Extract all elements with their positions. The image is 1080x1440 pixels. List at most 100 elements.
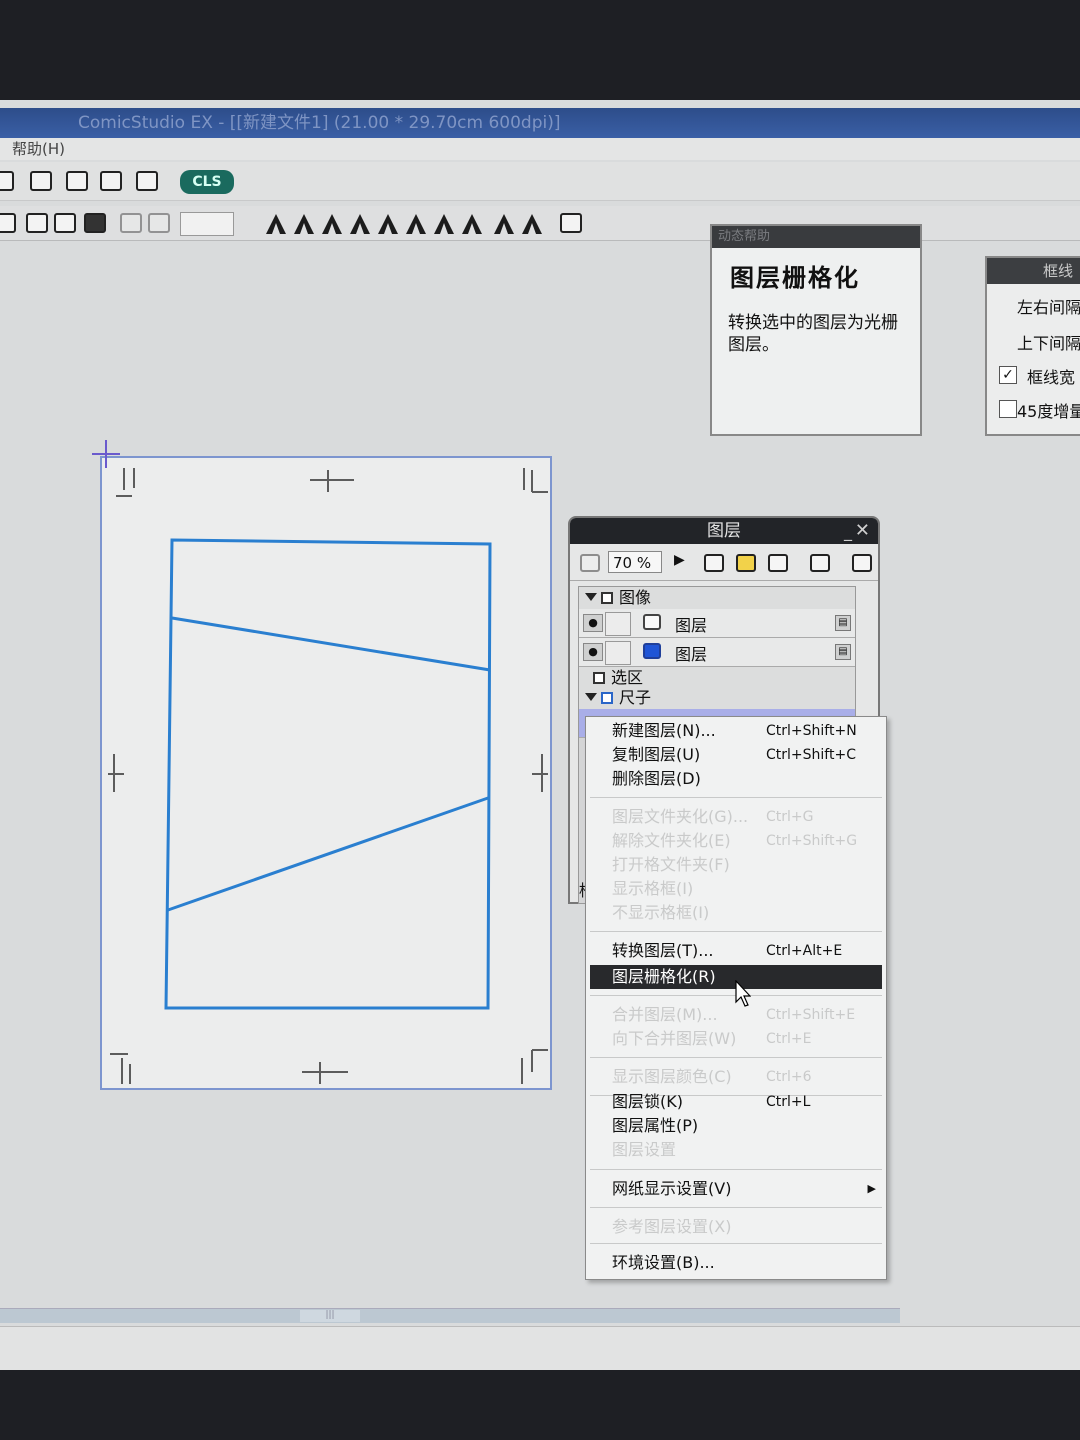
mouse-cursor-icon (735, 980, 751, 1007)
submenu-arrow-icon: ▶ (867, 1182, 876, 1195)
pen-icon[interactable] (26, 213, 48, 233)
group-selection-label: 选区 (611, 668, 644, 687)
menu-convert-layer[interactable]: 转换图层(T)... Ctrl+Alt+E (586, 939, 886, 963)
feather-tool-icon[interactable] (378, 214, 398, 234)
layer-expand-icon[interactable]: ▤ (835, 644, 851, 660)
scrollbar-thumb[interactable]: ||| (300, 1310, 360, 1322)
eraser-tool-icon[interactable] (406, 214, 426, 234)
ruler-folder-icon (601, 692, 613, 704)
menu-show-layer-color: 显示图层颜色(C) Ctrl+6 (612, 1067, 812, 1086)
menu-layer-settings: 图层设置 (612, 1140, 677, 1159)
comicstudio-logo-button[interactable]: CLS (180, 170, 234, 194)
menu-layer-lock[interactable]: 图层锁(K) Ctrl+L (586, 1090, 886, 1114)
play-icon[interactable]: ▶ (674, 552, 685, 568)
vector-layer-icon (643, 614, 661, 630)
collapse-triangle-icon[interactable] (585, 593, 597, 601)
lock-toggle[interactable] (605, 641, 631, 665)
window-title-bar: ComicStudio EX - [[新建文件1] (21.00 * 29.70… (0, 108, 1080, 138)
menu-environment-settings[interactable]: 环境设置(B)... (586, 1251, 886, 1275)
frame-width-checkbox[interactable]: ✓ (999, 366, 1017, 384)
layers-panel-title: 图层 _ ✕ (570, 518, 878, 544)
window-icon[interactable] (66, 171, 88, 191)
dynamic-help-panel: 动态帮助 图层栅格化 转换选中的图层为光栅图层。 (710, 224, 922, 436)
dynamic-help-title: 动态帮助 (712, 226, 920, 248)
horizontal-scrollbar[interactable]: ||| (0, 1308, 900, 1323)
menu-bar: 帮助(H) (0, 138, 1080, 160)
layer-mode-icon[interactable] (580, 554, 600, 572)
group-ruler[interactable]: 尺子 (579, 687, 855, 710)
group-ruler-label: 尺子 (619, 688, 652, 707)
menu-screentone-display[interactable]: 网纸显示设置(V) ▶ (586, 1177, 886, 1201)
triangle-ruler-icon[interactable] (294, 214, 314, 234)
frame-ruler-panel: 框线 左右间隔 上下间隔 ✓ 框线宽 45度增量 (985, 256, 1080, 436)
trash-icon[interactable] (768, 554, 788, 572)
save-icon[interactable] (0, 171, 14, 191)
lock-icon[interactable] (810, 554, 830, 572)
layer-name: 图层 (675, 645, 708, 664)
layer-expand-icon[interactable]: ▤ (835, 615, 851, 631)
menu-delete-layer[interactable]: 删除图层(D) (586, 767, 886, 791)
manga-page-canvas[interactable] (100, 456, 552, 1090)
eye-icon[interactable]: ● (583, 643, 603, 661)
menu-merge-down: 向下合并图层(W) Ctrl+E (612, 1029, 812, 1048)
frame-width-label: 框线宽 (1027, 368, 1076, 387)
layer-row[interactable]: ● 图层 ▤ (579, 638, 855, 667)
minimize-icon[interactable]: _ (844, 519, 852, 545)
grid-tool-icon[interactable] (494, 214, 514, 234)
eye-icon[interactable]: ● (583, 614, 603, 632)
menu-hide-frame: 不显示格框(I) (612, 903, 710, 922)
menu-show-frame: 显示格框(I) (612, 879, 694, 898)
gear-tool-icon[interactable] (350, 214, 370, 234)
leaf-tool-icon[interactable] (434, 214, 454, 234)
play-icon[interactable] (136, 171, 158, 191)
menu-new-layer[interactable]: 新建图层(N)... Ctrl+Shift+N (586, 719, 886, 743)
hash-tool-icon[interactable] (522, 214, 542, 234)
collapse-triangle-icon[interactable] (585, 693, 597, 701)
page-icon (601, 592, 613, 604)
frame-vertical-gap-label: 上下间隔 (1017, 334, 1080, 353)
menu-reference-layer: 参考图层设置(X) (612, 1217, 732, 1236)
navigator-icon[interactable] (100, 171, 122, 191)
menu-separator (590, 1243, 882, 1244)
angle-45-checkbox[interactable] (999, 400, 1017, 418)
menu-separator (590, 1057, 882, 1058)
new-layer-icon[interactable] (704, 554, 724, 572)
menu-separator (590, 797, 882, 798)
layer-new-icon[interactable] (30, 171, 52, 191)
disabled-tool-icon (148, 213, 170, 233)
menu-open-frame-folder: 打开格文件夹(F) (612, 855, 730, 874)
menu-unfolderize: 解除文件夹化(E) Ctrl+Shift+G (612, 831, 858, 850)
dynamic-help-heading: 图层栅格化 (730, 263, 860, 292)
origin-marker-icon (92, 440, 120, 468)
lock-toggle[interactable] (605, 612, 631, 636)
color-swatch-icon[interactable] (84, 213, 106, 233)
folder-icon[interactable] (736, 554, 756, 572)
close-icon[interactable]: ✕ (855, 518, 870, 544)
main-toolbar: CLS (0, 162, 1080, 201)
tool-size-field[interactable] (180, 212, 234, 236)
ruler-icon[interactable] (54, 213, 76, 233)
perspective-tool-icon[interactable] (462, 214, 482, 234)
menu-separator (590, 1169, 882, 1170)
layer-row[interactable]: ● 图层 ▤ (579, 609, 855, 638)
panel-frames[interactable] (102, 458, 554, 1092)
dynamic-help-body: 转换选中的图层为光栅图层。 (728, 313, 898, 355)
fill-tool-icon[interactable] (322, 214, 342, 234)
menu-layer-properties[interactable]: 图层属性(P) (586, 1114, 886, 1138)
transform-icon[interactable] (0, 213, 16, 233)
raster-layer-icon (643, 643, 661, 659)
angle-45-label: 45度增量 (1017, 402, 1080, 421)
frame-horizontal-gap-label: 左右间隔 (1017, 298, 1080, 317)
opacity-field[interactable]: 70 % (608, 551, 662, 573)
status-bar (0, 1326, 1080, 1370)
menu-separator (590, 931, 882, 932)
panel-toggle-icon[interactable] (560, 213, 582, 233)
group-image[interactable]: 图像 (579, 587, 855, 610)
menu-help[interactable]: 帮助(H) (12, 140, 65, 158)
pencil-tool-icon[interactable] (266, 214, 286, 234)
layers-title-text: 图层 (707, 521, 741, 541)
layer-name: 图层 (675, 616, 708, 635)
page-icon (593, 672, 605, 684)
panel-menu-icon[interactable] (852, 554, 872, 572)
menu-duplicate-layer[interactable]: 复制图层(U) Ctrl+Shift+C (586, 743, 886, 767)
